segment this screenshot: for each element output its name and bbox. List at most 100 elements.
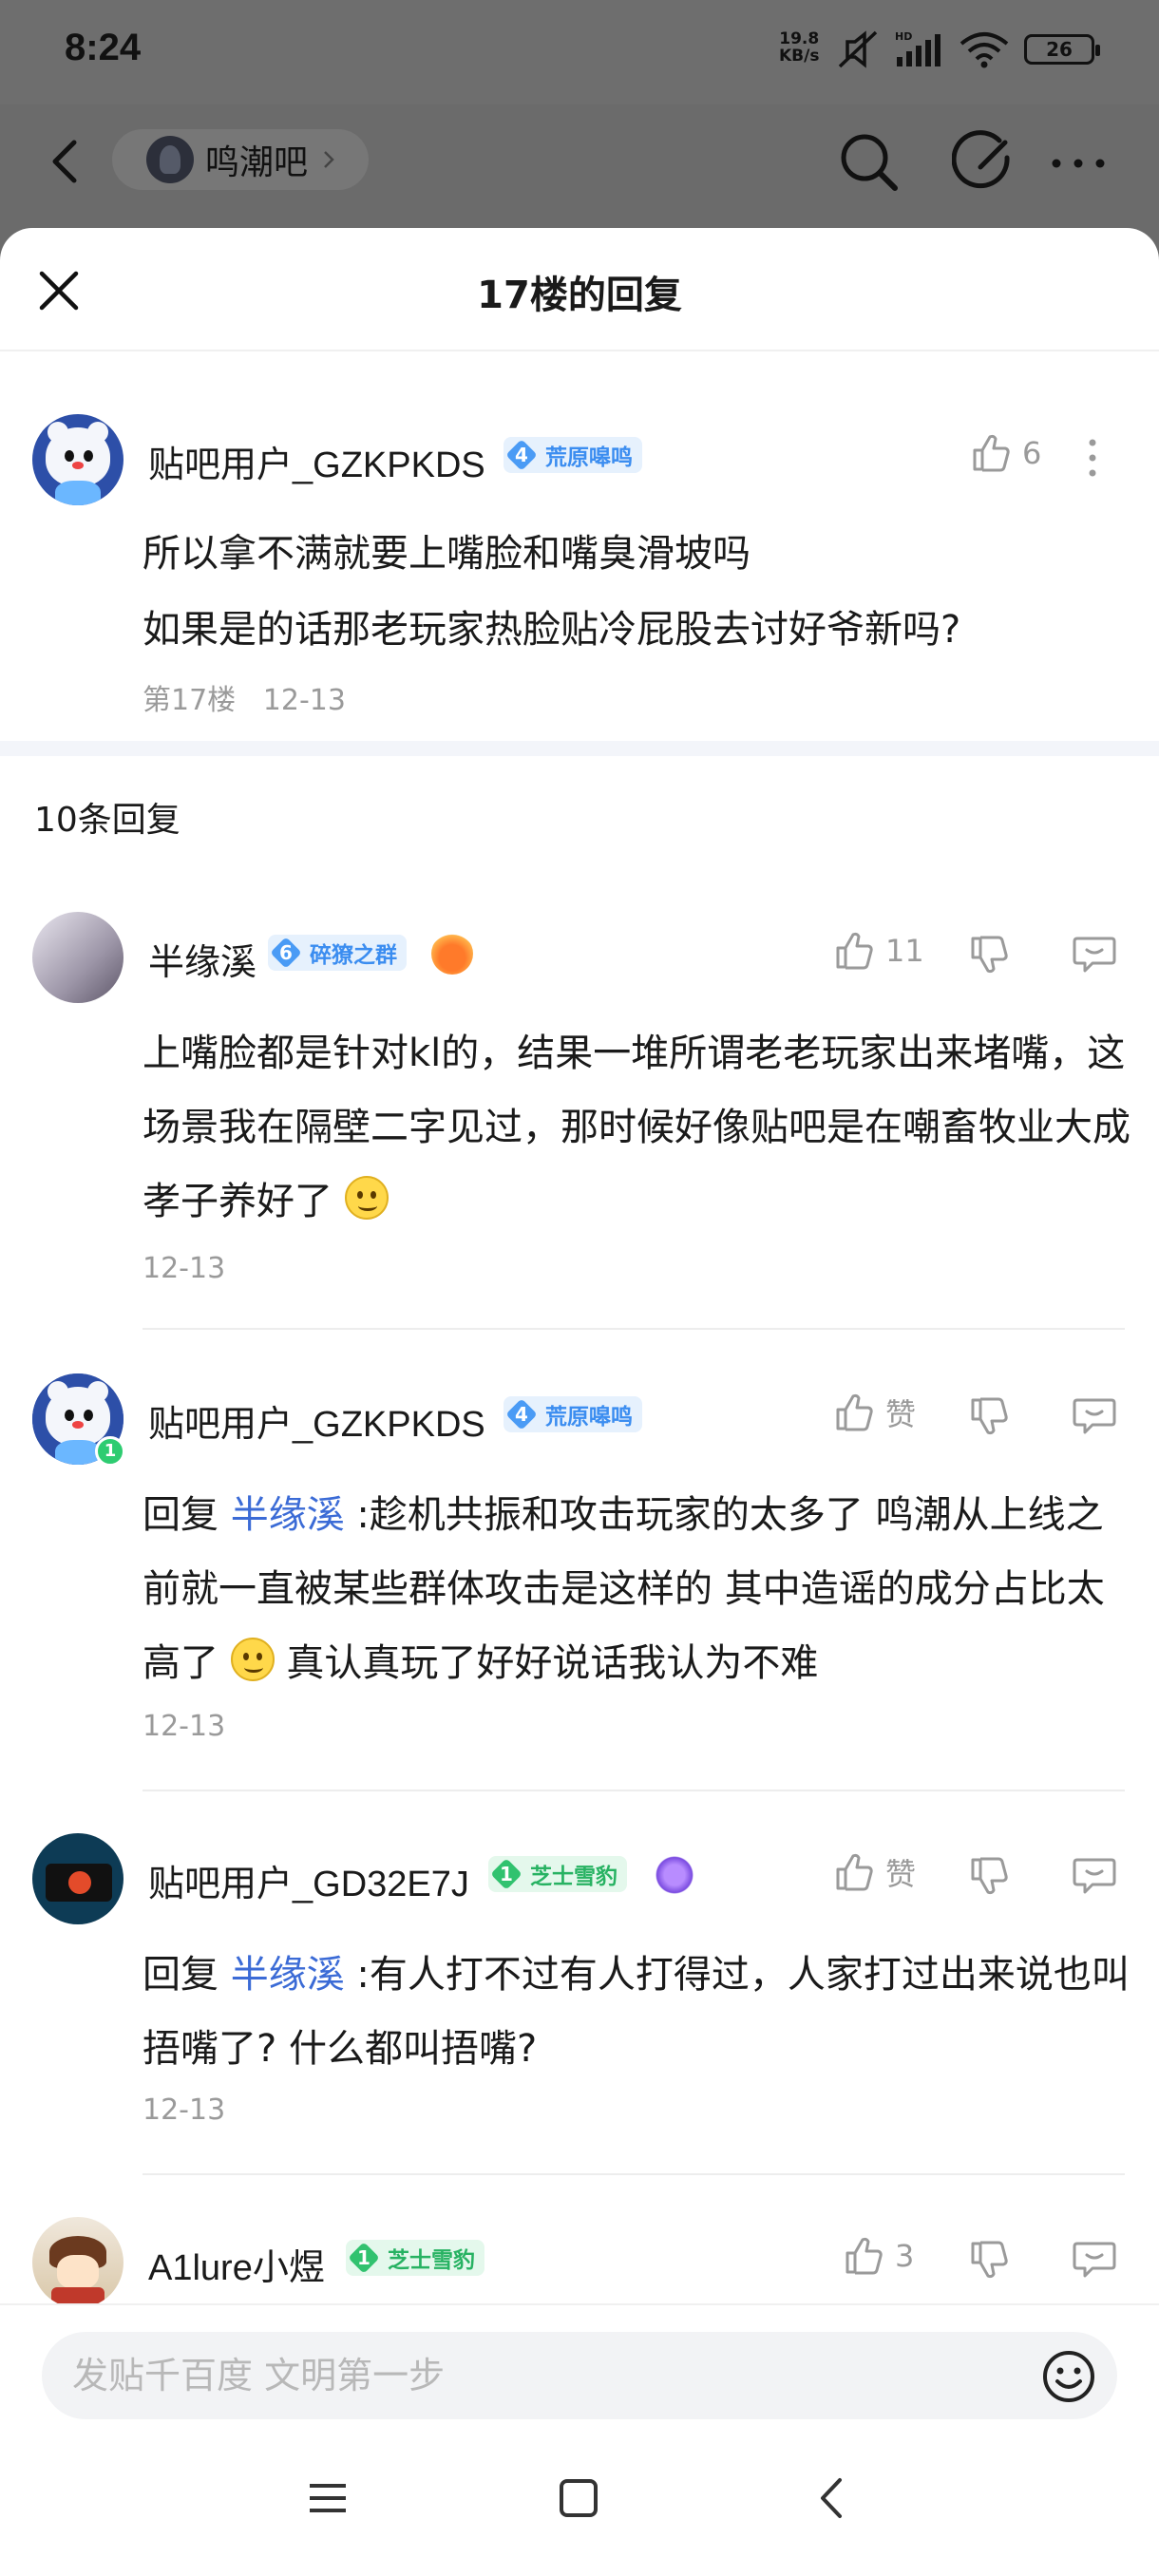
floor-number: 第17楼 [142, 684, 237, 717]
post-line: 如果是的话那老玩家热脸贴冷屁股去讨好爷新吗? [142, 608, 961, 652]
level-title: 芝士雪豹 [388, 2248, 475, 2273]
level-number: 6 [279, 941, 293, 964]
sheet-header: 17楼的回复 [0, 228, 1159, 351]
comment-icon[interactable] [1072, 1392, 1117, 1438]
replies-count: 10条回复 [34, 801, 180, 840]
battery-indicator: 26 [1024, 34, 1100, 65]
divider [142, 2173, 1125, 2175]
comment-icon[interactable] [1072, 1852, 1117, 1898]
forum-avatar [146, 136, 194, 183]
status-time: 8:24 [65, 27, 142, 68]
net-speed-unit: KB/s [779, 47, 820, 66]
post-meta: 第17楼 12-13 [142, 676, 346, 718]
level-title: 芝士雪豹 [530, 1865, 618, 1889]
status-bar: 8:24 19.8 KB/s HD 26 [0, 0, 1159, 104]
username[interactable]: 贴吧用户_GZKPKDS [148, 1394, 485, 1447]
reply-content: 回复 半缘溪 :趁机共振和攻击玩家的太多了 鸣潮从上线之前就一直被某些群体攻击是… [142, 1478, 1130, 1700]
menu-icon[interactable] [304, 2474, 352, 2522]
username[interactable]: 半缘溪 [148, 933, 256, 985]
reply-text-tail: 真认真玩了好好说话我认为不难 [274, 1641, 819, 1685]
back-arrow-icon[interactable] [38, 133, 95, 190]
like-count: 6 [1022, 435, 1042, 471]
avatar[interactable] [32, 414, 124, 505]
home-icon[interactable] [555, 2474, 602, 2522]
replies-sheet: 17楼的回复 贴吧用户_GZKPKDS 4 荒原嗥鸣 6 所以拿不满就要上嘴脸和… [0, 228, 1159, 2576]
thumb-up-icon [973, 434, 1010, 472]
reply-to-link[interactable]: 半缘溪 [231, 1953, 345, 1997]
net-speed-value: 19.8 [779, 29, 820, 48]
reply-prefix: 回复 [142, 1493, 218, 1537]
level-title: 碎獠之群 [310, 943, 397, 968]
like-label: 赞 [885, 1856, 917, 1892]
mute-icon [838, 30, 878, 68]
section-divider [0, 741, 1159, 756]
level-title: 荒原嗥鸣 [545, 1405, 633, 1430]
smile-emoji-icon [230, 1638, 275, 1681]
reply-date: 12-13 [142, 1252, 226, 1285]
reply-content: 回复 半缘溪 :有人打不过有人打得过，人家打过出来说也叫捂嘴了? 什么都叫捂嘴? [142, 1938, 1130, 2086]
level-badge: 6 碎獠之群 [268, 935, 407, 971]
wifi-icon [960, 32, 1009, 68]
reply-text: 上嘴脸都是针对kl的，结果一堆所谓老老玩家出来堵嘴，这场景我在隔壁二字见过，那时… [142, 1032, 1130, 1223]
username[interactable]: 贴吧用户_GZKPKDS [148, 435, 485, 487]
level-number: 1 [357, 2246, 370, 2269]
forum-link[interactable]: 鸣潮吧 [112, 129, 369, 190]
reply-to-link[interactable]: 半缘溪 [231, 1493, 345, 1537]
reply-prefix: 回复 [142, 1953, 218, 1997]
sheet-title: 17楼的回复 [477, 274, 682, 317]
level-badge: 4 荒原嗥鸣 [504, 437, 642, 473]
like-label: 赞 [885, 1396, 917, 1432]
like-button[interactable]: 赞 [832, 1850, 916, 1894]
more-icon[interactable] [1045, 129, 1112, 196]
level-badge: 1 芝士雪豹 [346, 2240, 484, 2276]
network-speed: 19.8 KB/s [779, 30, 819, 65]
decoration-icon [654, 1854, 695, 1896]
avatar[interactable]: 1 [32, 1373, 125, 1467]
edit-icon[interactable] [952, 129, 1018, 196]
thumb-up-icon [836, 932, 873, 970]
signal-icon: HD [895, 30, 940, 66]
divider [142, 1790, 1125, 1791]
post-line: 所以拿不满就要上嘴脸和嘴臭滑坡吗 [142, 532, 750, 576]
like-button[interactable]: 6 [969, 431, 1041, 475]
like-count: 11 [885, 933, 924, 969]
username[interactable]: A1lure小煜 [148, 2238, 325, 2290]
comment-icon[interactable] [1072, 2236, 1117, 2282]
thumb-up-icon [836, 1853, 873, 1891]
user-badge: 1 [95, 1436, 125, 1467]
avatar[interactable] [32, 2217, 124, 2308]
level-title: 荒原嗥鸣 [545, 445, 633, 470]
avatar[interactable] [32, 1833, 124, 1924]
reply-date: 12-13 [142, 1710, 226, 1743]
thumb-down-icon[interactable] [967, 2236, 1013, 2282]
smile-emoji-icon [344, 1176, 389, 1220]
system-nav-bar [0, 2427, 1159, 2576]
reply-content: 上嘴脸都是针对kl的，结果一堆所谓老老玩家出来堵嘴，这场景我在隔壁二字见过，那时… [142, 1016, 1130, 1239]
reply-input[interactable] [42, 2332, 897, 2419]
reply-date: 12-13 [142, 2093, 226, 2127]
hd-label: HD [895, 30, 912, 43]
back-icon[interactable] [809, 2474, 857, 2522]
thumb-down-icon[interactable] [967, 1392, 1013, 1438]
chevron-right-icon [324, 151, 334, 168]
username[interactable]: 贴吧用户_GD32E7J [148, 1854, 469, 1906]
level-badge: 1 芝士雪豹 [488, 1856, 627, 1892]
post-date: 12-13 [262, 684, 346, 717]
level-number: 4 [515, 1403, 528, 1426]
thumb-down-icon[interactable] [967, 931, 1013, 976]
like-button[interactable]: 11 [832, 929, 924, 973]
comment-icon[interactable] [1072, 931, 1117, 976]
search-icon[interactable] [836, 129, 902, 196]
reply-input-bar [0, 2303, 1159, 2427]
forum-top-nav: 鸣潮吧 [0, 104, 1159, 228]
level-badge: 4 荒原嗥鸣 [504, 1396, 642, 1432]
thumb-down-icon[interactable] [967, 1852, 1013, 1898]
emoji-icon[interactable] [1041, 2349, 1096, 2404]
like-button[interactable]: 赞 [832, 1391, 916, 1434]
like-button[interactable]: 3 [842, 2234, 914, 2278]
divider [142, 1328, 1125, 1330]
more-icon[interactable] [1070, 435, 1115, 481]
thumb-up-icon [846, 2237, 883, 2275]
avatar[interactable] [32, 912, 124, 1003]
level-number: 1 [500, 1863, 513, 1885]
